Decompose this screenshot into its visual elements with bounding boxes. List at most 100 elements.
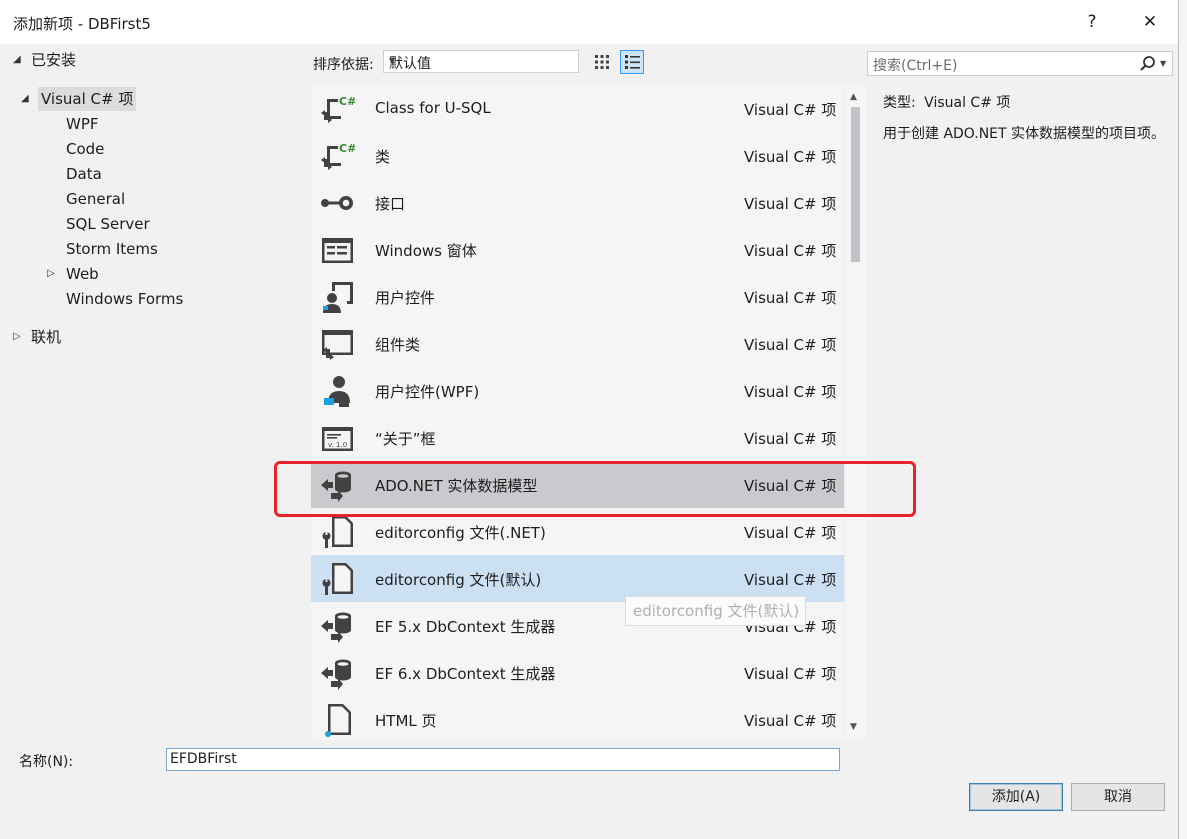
item-name: EF 6.x DbContext 生成器 (375, 665, 556, 683)
item-name: “关于”框 (375, 430, 436, 448)
add-button[interactable]: 添加(A) (969, 783, 1063, 811)
html-page-icon (325, 704, 351, 737)
item-description-pane: 类型: Visual C# 项 用于创建 ADO.NET 实体数据模型的项目项。 (883, 92, 1173, 145)
item-type: Visual C# 项 (744, 571, 837, 589)
list-item[interactable]: 用户控件(WPF) Visual C# 项 (311, 367, 844, 414)
name-label: 名称(N): (19, 754, 74, 770)
window-title: 添加新项 - DBFirst5 (13, 15, 151, 33)
tree-node-label: 联机 (31, 328, 62, 346)
item-name: 接口 (375, 195, 406, 213)
expanded-arrow-icon[interactable]: ◢ (21, 87, 29, 111)
search-placeholder: 搜索(Ctrl+E) (873, 58, 958, 74)
svg-text:C#: C# (339, 95, 355, 108)
tree-node-label: Visual C# 项 (38, 87, 137, 111)
list-item[interactable]: v. 1.0 “关于”框 Visual C# 项 (311, 414, 844, 461)
item-name: editorconfig 文件(.NET) (375, 524, 546, 542)
list-view-icon (625, 55, 640, 69)
item-name: Class for U-SQL (375, 99, 491, 117)
search-icon[interactable] (1139, 55, 1157, 73)
wpf-user-control-icon (324, 376, 350, 407)
expanded-arrow-icon[interactable]: ◢ (13, 48, 21, 72)
list-item[interactable]: C# 类 Visual C# 项 (311, 132, 844, 179)
component-class-icon (322, 330, 353, 360)
list-item-hovered[interactable]: editorconfig 文件(默认) Visual C# 项 (311, 555, 844, 602)
type-label: 类型: (883, 95, 916, 111)
item-name: Windows 窗体 (375, 242, 477, 260)
item-name: HTML 页 (375, 712, 437, 730)
item-type: Visual C# 项 (744, 524, 837, 542)
csharp-class-icon: C# (321, 94, 355, 123)
add-new-item-dialog: 添加新项 - DBFirst5 ? ✕ ◢ 已安装 ◢ Visual C# 项 … (0, 0, 1179, 839)
tree-node-label: Web (66, 265, 99, 283)
svg-text:C#: C# (339, 142, 355, 155)
close-button[interactable]: ✕ (1130, 6, 1170, 38)
item-description: 用于创建 ADO.NET 实体数据模型的项目项。 (883, 126, 1166, 142)
list-scrollbar[interactable]: ▲ ▼ (846, 85, 866, 740)
item-type: Visual C# 项 (744, 430, 837, 448)
list-item[interactable]: HTML 页 Visual C# 项 (311, 696, 844, 740)
list-item[interactable]: EF 6.x DbContext 生成器 Visual C# 项 (311, 649, 844, 696)
sort-dropdown[interactable]: 默认值 ▼ (383, 50, 579, 73)
search-options-chevron-icon[interactable]: ▼ (1160, 59, 1166, 68)
item-type: Visual C# 项 (744, 148, 837, 166)
template-tree: ◢ 已安装 ◢ Visual C# 项 WPF Code Data Genera… (7, 44, 303, 739)
item-type: Visual C# 项 (744, 195, 837, 213)
scrollbar-thumb[interactable] (851, 107, 860, 262)
list-item[interactable]: Windows 窗体 Visual C# 项 (311, 226, 844, 273)
editorconfig-file-icon (322, 563, 353, 595)
tree-node-general[interactable]: General (66, 187, 125, 211)
item-type: Visual C# 项 (744, 242, 837, 260)
collapsed-arrow-icon[interactable]: ▷ (13, 325, 21, 349)
dbcontext-generator-icon (321, 612, 351, 643)
dbcontext-generator-icon (321, 659, 351, 690)
tree-node-sql-server[interactable]: SQL Server (66, 212, 150, 236)
csharp-class-icon: C# (321, 141, 355, 170)
list-view-button[interactable] (620, 50, 644, 74)
tree-node-label: 已安装 (31, 51, 77, 69)
name-input[interactable]: EFDBFirst (166, 748, 840, 771)
list-item[interactable]: 用户控件 Visual C# 项 (311, 273, 844, 320)
list-item[interactable]: 接口 Visual C# 项 (311, 179, 844, 226)
scroll-down-arrow-icon[interactable]: ▼ (850, 722, 857, 732)
item-type: Visual C# 项 (744, 289, 837, 307)
item-type: Visual C# 项 (744, 665, 837, 683)
sort-label: 排序依据: (313, 57, 374, 73)
highlight-annotation-box (274, 461, 916, 517)
editorconfig-file-icon (322, 516, 353, 548)
item-name: 用户控件(WPF) (375, 383, 480, 401)
list-item[interactable]: 组件类 Visual C# 项 (311, 320, 844, 367)
title-bar: 添加新项 - DBFirst5 ? ✕ (0, 0, 1178, 44)
item-name: EF 5.x DbContext 生成器 (375, 618, 556, 636)
list-item[interactable]: C# Class for U-SQL Visual C# 项 (311, 85, 844, 132)
item-type-line: 类型: Visual C# 项 (883, 92, 1173, 112)
item-type: Visual C# 项 (744, 336, 837, 354)
about-box-icon: v. 1.0 (322, 427, 353, 451)
item-name: 用户控件 (375, 289, 436, 307)
item-name: 组件类 (375, 336, 421, 354)
grid-view-icon (595, 55, 609, 69)
cancel-button[interactable]: 取消 (1071, 783, 1165, 811)
small-icons-view-button[interactable] (590, 50, 614, 74)
background-ide-strip (1179, 0, 1187, 839)
interface-icon (321, 196, 353, 210)
tree-node-code[interactable]: Code (66, 137, 104, 161)
windows-form-icon (322, 238, 353, 263)
item-type: Visual C# 项 (744, 712, 837, 730)
user-control-icon (323, 282, 353, 313)
template-list: C# Class for U-SQL Visual C# 项 C# 类 Visu… (311, 85, 844, 740)
tree-node-data[interactable]: Data (66, 162, 102, 186)
type-value: Visual C# 项 (924, 95, 1011, 111)
item-type: Visual C# 项 (744, 101, 837, 119)
item-name: editorconfig 文件(默认) (375, 571, 542, 589)
item-type: Visual C# 项 (744, 383, 837, 401)
scroll-up-arrow-icon[interactable]: ▲ (850, 92, 857, 102)
collapsed-arrow-icon[interactable]: ▷ (47, 262, 55, 286)
help-button[interactable]: ? (1072, 6, 1112, 38)
tree-node-windows-forms[interactable]: Windows Forms (66, 287, 183, 311)
name-row: 名称(N): EFDBFirst 添加(A) 取消 (0, 739, 1178, 839)
tree-node-wpf[interactable]: WPF (66, 112, 99, 136)
item-name: 类 (375, 148, 391, 166)
tree-node-storm-items[interactable]: Storm Items (66, 237, 158, 261)
search-box[interactable]: 搜索(Ctrl+E) ▼ (867, 51, 1173, 76)
chevron-down-icon: ▼ (389, 56, 396, 65)
